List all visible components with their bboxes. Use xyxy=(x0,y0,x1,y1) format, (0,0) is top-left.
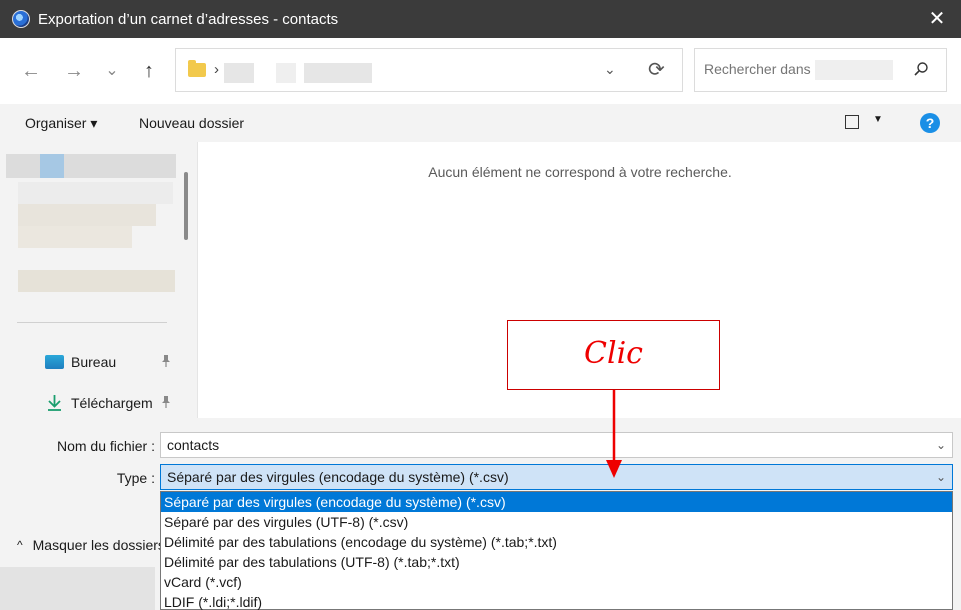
redacted-path xyxy=(304,63,372,83)
redacted-item xyxy=(6,154,176,178)
type-select[interactable]: Séparé par des virgules (encodage du sys… xyxy=(160,464,953,490)
redacted-area xyxy=(0,567,155,610)
navigation-pane: Bureau Téléchargem xyxy=(0,142,197,418)
annotation-callout: Clic xyxy=(507,320,720,390)
search-icon[interactable] xyxy=(913,61,929,77)
redacted-path xyxy=(276,63,296,83)
sidebar-item-bureau[interactable]: Bureau xyxy=(45,351,175,373)
forward-button[interactable]: → xyxy=(61,58,87,84)
redacted-item xyxy=(18,204,156,226)
navigation-bar: ← → ⌄ ↑ › ⌄ ⟳ xyxy=(0,38,961,104)
desktop-icon xyxy=(45,355,64,369)
sidebar-item-label: Téléchargem xyxy=(71,395,153,411)
sidebar-divider xyxy=(17,322,167,323)
pin-icon[interactable] xyxy=(160,395,172,412)
view-dropdown-icon[interactable]: ▼ xyxy=(873,114,883,125)
chevron-down-icon[interactable]: ⌄ xyxy=(936,433,946,457)
folder-icon xyxy=(188,60,206,77)
sidebar-item-label: Bureau xyxy=(71,354,117,370)
search-box[interactable] xyxy=(694,48,947,92)
sidebar-scrollbar[interactable] xyxy=(184,172,188,240)
type-option[interactable]: LDIF (*.ldi;*.ldif) xyxy=(161,592,952,610)
organize-button[interactable]: Organiser ▾ xyxy=(25,115,97,132)
back-button[interactable]: ← xyxy=(18,58,44,84)
window-title: Exportation d’un carnet d’adresses - con… xyxy=(38,10,339,28)
filename-value[interactable]: contacts xyxy=(167,437,219,453)
type-option[interactable]: Délimité par des tabulations (encodage d… xyxy=(161,532,952,552)
annotation-arrow-icon xyxy=(606,390,622,478)
chevron-down-icon[interactable]: ⌄ xyxy=(936,465,946,489)
thunderbird-app-icon xyxy=(12,10,30,28)
redacted-item xyxy=(18,226,132,248)
type-option[interactable]: vCard (*.vcf) xyxy=(161,572,952,592)
redacted-item xyxy=(18,182,173,204)
new-folder-button[interactable]: Nouveau dossier xyxy=(139,115,244,131)
type-selected-value[interactable]: Séparé par des virgules (encodage du sys… xyxy=(167,469,509,485)
download-icon xyxy=(48,395,61,411)
hide-folders-label: Masquer les dossiers xyxy=(32,537,160,553)
filename-label: Nom du fichier : xyxy=(56,438,155,454)
empty-results-message: Aucun élément ne correspond à votre rech… xyxy=(428,164,732,180)
redacted-item xyxy=(40,154,64,178)
type-option[interactable]: Délimité par des tabulations (UTF-8) (*.… xyxy=(161,552,952,572)
recent-locations-button[interactable]: ⌄ xyxy=(99,58,125,84)
close-button[interactable]: ✕ xyxy=(927,9,947,29)
annotation-text: Clic xyxy=(584,336,643,371)
type-dropdown-list[interactable]: Séparé par des virgules (encodage du sys… xyxy=(160,491,953,610)
type-option[interactable]: Séparé par des virgules (UTF-8) (*.csv) xyxy=(161,512,952,532)
hide-folders-toggle[interactable]: ^ Masquer les dossiers xyxy=(17,537,160,553)
redacted-folder-name xyxy=(815,60,893,80)
redacted-item xyxy=(18,270,175,292)
address-bar[interactable]: › ⌄ ⟳ xyxy=(175,48,683,92)
help-icon[interactable]: ? xyxy=(920,113,940,133)
up-button[interactable]: ↑ xyxy=(136,58,162,84)
title-bar: Exportation d’un carnet d’adresses - con… xyxy=(0,0,961,38)
command-toolbar: Organiser ▾ Nouveau dossier ▼ ? xyxy=(0,104,961,142)
address-dropdown-icon[interactable]: ⌄ xyxy=(604,61,616,78)
sidebar-item-downloads[interactable]: Téléchargem xyxy=(45,392,175,414)
type-label: Type : xyxy=(116,470,155,486)
redacted-path xyxy=(224,63,254,83)
view-options-icon[interactable] xyxy=(845,115,859,129)
pin-icon[interactable] xyxy=(160,354,172,371)
chevron-up-icon: ^ xyxy=(17,538,23,552)
type-option[interactable]: Séparé par des virgules (encodage du sys… xyxy=(161,492,952,512)
breadcrumb-chevron-icon[interactable]: › xyxy=(214,61,219,78)
refresh-icon[interactable]: ⟳ xyxy=(648,57,665,82)
filename-field[interactable]: contacts ⌄ xyxy=(160,432,953,458)
